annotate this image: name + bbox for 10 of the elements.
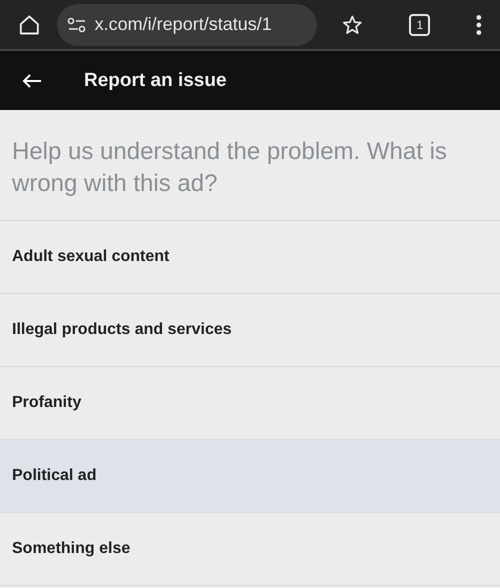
page-title: Report an issue [84,70,227,92]
report-option[interactable]: Political ad [0,440,500,513]
home-icon[interactable] [18,12,41,36]
url-text: x.com/i/report/status/1 [94,14,272,35]
back-icon[interactable] [22,72,42,88]
tab-count[interactable]: 1 [409,14,430,36]
address-bar[interactable]: x.com/i/report/status/1 [56,4,317,46]
menu-icon[interactable] [476,14,482,36]
star-icon[interactable] [340,12,364,36]
site-settings-icon[interactable] [66,16,87,32]
